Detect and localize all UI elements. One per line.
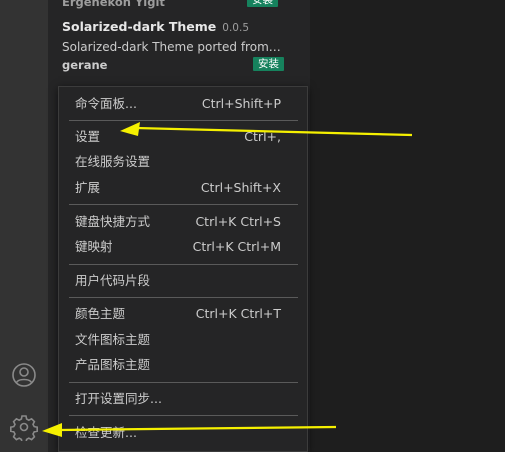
menu-item-label: 打开设置同步...	[75, 391, 162, 406]
menu-item-file-icon-theme[interactable]: 文件图标主题	[59, 329, 307, 351]
extension-version: 0.0.5	[222, 22, 249, 34]
install-button[interactable]: 安装	[247, 0, 278, 7]
menu-item-extensions[interactable]: 扩展 Ctrl+Shift+X	[59, 177, 307, 199]
menu-separator	[69, 382, 298, 383]
menu-item-online-services-settings[interactable]: 在线服务设置	[59, 151, 307, 173]
menu-item-color-theme[interactable]: 颜色主题 Ctrl+K Ctrl+T	[59, 303, 307, 325]
extension-name: Solarized-dark Theme	[62, 19, 217, 34]
menu-separator	[69, 204, 298, 205]
menu-item-label: 命令面板...	[75, 96, 137, 111]
menu-item-label: 设置	[75, 129, 101, 144]
manage-context-menu: 命令面板... Ctrl+Shift+P 设置 Ctrl+, 在线服务设置 扩展…	[58, 86, 308, 452]
menu-item-keyboard-shortcuts[interactable]: 键盘快捷方式 Ctrl+K Ctrl+S	[59, 211, 307, 233]
account-icon[interactable]	[10, 361, 38, 389]
editor-area	[310, 0, 505, 452]
activity-bar	[0, 0, 48, 452]
menu-item-label: 键映射	[75, 239, 113, 254]
extension-title-row: Solarized-dark Theme 0.0.5	[62, 19, 292, 36]
gear-icon[interactable]	[10, 413, 38, 441]
menu-item-settings-sync[interactable]: 打开设置同步...	[59, 388, 307, 410]
menu-item-command-palette[interactable]: 命令面板... Ctrl+Shift+P	[59, 93, 307, 115]
menu-item-shortcut: Ctrl+K Ctrl+S	[195, 214, 281, 229]
menu-item-shortcut: Ctrl+K Ctrl+T	[195, 306, 281, 321]
extension-item[interactable]: Solarized-dark Theme 0.0.5 Solarized-dark…	[62, 19, 292, 73]
menu-item-label: 文件图标主题	[75, 332, 151, 347]
menu-item-label: 扩展	[75, 180, 101, 195]
menu-separator	[69, 415, 298, 416]
menu-item-shortcut: Ctrl+Shift+P	[201, 96, 281, 111]
menu-item-label: 检查更新...	[75, 425, 137, 440]
menu-item-check-for-updates[interactable]: 检查更新...	[59, 422, 307, 444]
menu-separator	[69, 264, 298, 265]
menu-separator	[69, 120, 298, 121]
install-button[interactable]: 安装	[253, 57, 284, 71]
menu-item-label: 颜色主题	[75, 306, 126, 321]
menu-item-label: 键盘快捷方式	[75, 214, 151, 229]
menu-item-label: 在线服务设置	[75, 154, 151, 169]
menu-item-keymaps[interactable]: 键映射 Ctrl+K Ctrl+M	[59, 236, 307, 258]
menu-separator	[69, 297, 298, 298]
menu-item-product-icon-theme[interactable]: 产品图标主题	[59, 354, 307, 376]
menu-item-shortcut: Ctrl+K Ctrl+M	[192, 239, 281, 254]
menu-item-shortcut: Ctrl+Shift+X	[200, 180, 281, 195]
extension-item[interactable]: Ergenekon Yigit 安装	[62, 0, 292, 9]
menu-item-label: 用户代码片段	[75, 273, 151, 288]
menu-item-label: 产品图标主题	[75, 357, 151, 372]
menu-item-shortcut: Ctrl+,	[244, 129, 281, 144]
menu-item-user-snippets[interactable]: 用户代码片段	[59, 270, 307, 292]
menu-item-settings[interactable]: 设置 Ctrl+,	[59, 126, 307, 148]
extension-description: Solarized-dark Theme ported from t...	[62, 40, 282, 54]
